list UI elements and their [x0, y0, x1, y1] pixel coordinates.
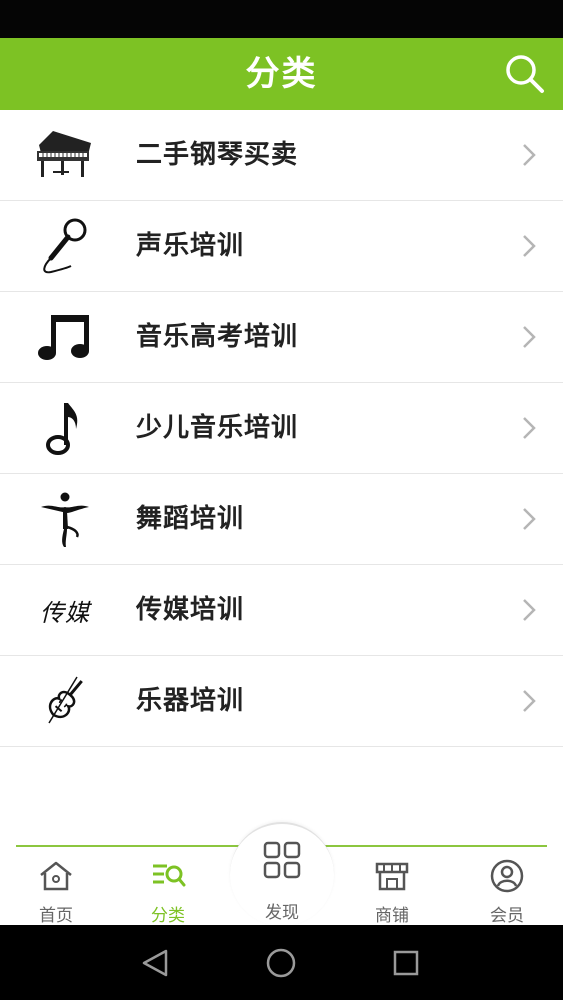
violin-icon	[48, 676, 83, 724]
dancer-icon	[41, 492, 89, 547]
category-label: 乐器培训	[136, 686, 245, 716]
back-button[interactable]	[136, 945, 176, 981]
chevron-right-icon	[523, 144, 536, 166]
chevron-right-icon	[523, 599, 536, 621]
system-nav-bar	[0, 925, 563, 1000]
recents-button[interactable]	[386, 945, 426, 981]
home-circle-icon	[266, 948, 296, 978]
beamed-notes-icon	[38, 315, 89, 360]
category-label: 传媒培训	[136, 595, 245, 625]
home-button[interactable]	[261, 945, 301, 981]
chevron-right-icon	[523, 326, 536, 348]
category-label: 二手钢琴买卖	[136, 140, 299, 170]
page-title: 分类	[245, 54, 318, 94]
tab-member[interactable]: 会员	[467, 847, 547, 927]
chevron-right-icon	[523, 508, 536, 530]
eighth-note-icon	[46, 403, 78, 455]
category-item-music-exam[interactable]: 音乐高考培训	[0, 292, 563, 383]
category-item-instrument[interactable]: 乐器培训	[0, 656, 563, 747]
grid-icon	[263, 841, 301, 879]
user-icon	[490, 859, 524, 893]
category-label: 声乐培训	[136, 231, 245, 261]
category-label: 音乐高考培训	[136, 322, 299, 352]
category-label: 舞蹈培训	[136, 504, 245, 534]
category-item-used-piano[interactable]: 二手钢琴买卖	[0, 110, 563, 201]
chevron-right-icon	[523, 417, 536, 439]
category-icon	[153, 864, 186, 887]
piano-icon	[37, 131, 91, 177]
search-button[interactable]	[503, 52, 547, 96]
home-icon	[40, 861, 72, 891]
chevron-right-icon	[523, 690, 536, 712]
category-item-dance[interactable]: 舞蹈培训	[0, 474, 563, 565]
recents-square-icon	[393, 950, 419, 976]
tab-label: 发现	[265, 903, 299, 923]
chevron-right-icon	[523, 235, 536, 257]
category-label: 少儿音乐培训	[136, 413, 299, 443]
tab-home[interactable]: 首页	[16, 847, 96, 927]
category-item-kids-music[interactable]: 少儿音乐培训	[0, 383, 563, 474]
back-triangle-icon	[142, 949, 168, 977]
search-icon	[506, 55, 544, 93]
tab-label: 会员	[490, 906, 524, 926]
shop-icon	[375, 862, 409, 891]
tab-shop[interactable]: 商铺	[352, 847, 432, 927]
tab-category[interactable]: 分类	[128, 847, 208, 927]
header-bar: 分类	[0, 38, 563, 110]
tab-discover[interactable]: 发现	[230, 822, 334, 925]
media-calligraphy-icon: 传媒	[40, 598, 90, 627]
status-bar	[0, 0, 563, 38]
tab-label: 首页	[39, 906, 73, 926]
tab-label: 分类	[151, 906, 185, 926]
screen: 分类 二手钢琴买卖 声乐培训 音乐高考培训 少儿音乐培训 舞蹈培训 传媒 传媒培…	[0, 0, 563, 1000]
category-item-media[interactable]: 传媒 传媒培训	[0, 565, 563, 656]
tab-label: 商铺	[375, 906, 409, 926]
category-item-vocal[interactable]: 声乐培训	[0, 201, 563, 292]
microphone-icon	[43, 218, 87, 274]
category-list: 二手钢琴买卖 声乐培训 音乐高考培训 少儿音乐培训 舞蹈培训 传媒 传媒培训 乐…	[0, 110, 563, 747]
